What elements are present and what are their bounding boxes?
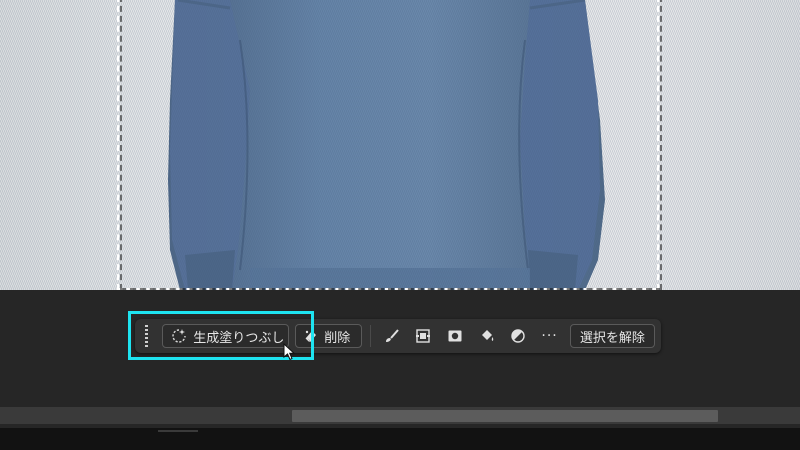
- remove-label: 削除: [324, 330, 351, 346]
- drag-handle[interactable]: [141, 324, 152, 348]
- status-bar: [0, 428, 800, 450]
- status-bar-divider: [158, 430, 198, 432]
- sweater-photo: [0, 0, 800, 290]
- deselect-label: 選択を解除: [579, 330, 645, 346]
- eraser-fill-icon: [304, 328, 318, 344]
- generative-fill-label: 生成塗りつぶし: [193, 330, 285, 346]
- paint-bucket-icon[interactable]: [476, 325, 497, 347]
- more-label: ···: [541, 328, 558, 344]
- workspace-background: [0, 290, 800, 450]
- contextual-task-bar: 生成塗りつぶし 削除 ··· 選択を解除: [135, 319, 661, 353]
- transform-icon[interactable]: [413, 325, 434, 347]
- brush-icon[interactable]: [382, 325, 403, 347]
- deselect-button[interactable]: 選択を解除: [569, 324, 656, 348]
- photoshop-workspace: 生成塗りつぶし 削除 ··· 選択を解除: [0, 0, 800, 450]
- toolbar-divider: [369, 325, 371, 347]
- remove-button[interactable]: 削除: [295, 324, 362, 348]
- more-icon[interactable]: ···: [539, 325, 560, 347]
- horizontal-scrollbar-thumb[interactable]: [292, 410, 718, 422]
- mouse-cursor-icon: [283, 342, 297, 365]
- canvas-area[interactable]: [0, 0, 800, 290]
- generative-fill-button[interactable]: 生成塗りつぶし: [162, 324, 290, 348]
- adjustment-icon[interactable]: [508, 325, 529, 347]
- sparkle-icon: [171, 328, 187, 344]
- mask-icon[interactable]: [445, 325, 466, 347]
